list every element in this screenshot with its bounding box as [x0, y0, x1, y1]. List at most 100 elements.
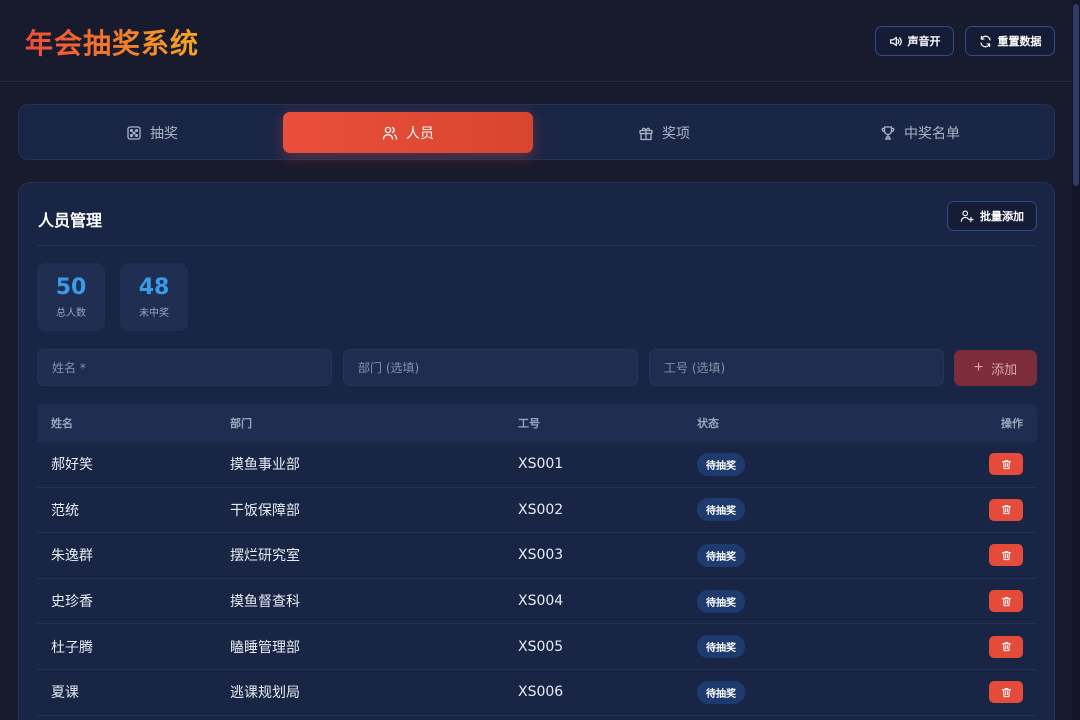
stat-not-won: 48 未中奖 [120, 263, 188, 331]
cell-status: 待抽奖 [697, 488, 745, 533]
panel-divider [37, 245, 1037, 246]
table-row: 范统 干饭保障部 XS002 待抽奖 [37, 488, 1037, 534]
cell-actions [989, 442, 1023, 487]
cell-status: 待抽奖 [697, 442, 745, 487]
batch-add-button[interactable]: 批量添加 [947, 201, 1037, 231]
reset-data-button[interactable]: 重置数据 [965, 26, 1055, 56]
delete-button[interactable] [989, 498, 1023, 521]
trophy-icon [881, 125, 895, 140]
trash-icon [1001, 551, 1011, 561]
trash-icon [1001, 596, 1011, 606]
table-body: 郝好笑 摸鱼事业部 XS001 待抽奖 范统 干饭保障部 XS002 待抽奖 朱… [37, 442, 1037, 716]
delete-button[interactable] [989, 453, 1023, 476]
header-name: 姓名 [51, 417, 73, 430]
tab-prizes[interactable]: 奖项 [539, 112, 789, 153]
tab-draw-label: 抽奖 [150, 125, 178, 142]
gift-icon [639, 127, 653, 140]
cell-name: 夏课 [51, 685, 79, 702]
app-title: 年会抽奖系统 [25, 22, 199, 62]
status-badge: 待抽奖 [697, 680, 745, 704]
header-department: 部门 [230, 417, 252, 430]
tab-people-label: 人员 [406, 125, 434, 142]
cell-actions [989, 488, 1023, 533]
cell-actions [989, 579, 1023, 624]
cell-employee-id: XS005 [518, 638, 564, 655]
main-tabs: 抽奖 人员 奖项 中奖名单 [18, 104, 1055, 160]
speaker-icon [889, 36, 902, 46]
trash-icon [1001, 459, 1011, 469]
sound-toggle-button[interactable]: 声音开 [875, 26, 954, 56]
delete-button[interactable] [989, 635, 1023, 658]
delete-button[interactable] [989, 590, 1023, 613]
stat-total-label: 总人数 [56, 308, 86, 319]
panel-title: 人员管理 [38, 211, 103, 230]
plus-icon: + [973, 359, 984, 376]
employee-id-input[interactable] [649, 349, 944, 386]
cell-employee-id: XS006 [518, 684, 564, 701]
table-row: 夏课 逃课规划局 XS006 待抽奖 [37, 670, 1037, 716]
cell-department: 摸鱼事业部 [230, 457, 300, 474]
cell-actions [989, 670, 1023, 715]
cell-department: 干饭保障部 [230, 502, 300, 519]
cell-employee-id: XS002 [518, 501, 564, 518]
tab-prizes-label: 奖项 [662, 125, 690, 142]
cell-status: 待抽奖 [697, 670, 745, 715]
tab-draw[interactable]: 抽奖 [27, 112, 277, 153]
cell-status: 待抽奖 [697, 533, 745, 578]
status-badge: 待抽奖 [697, 498, 745, 522]
people-table: 姓名 部门 工号 状态 操作 郝好笑 摸鱼事业部 XS001 待抽奖 范统 干饭… [37, 404, 1037, 716]
cell-name: 史珍香 [51, 594, 93, 611]
add-person-button[interactable]: + 添加 [954, 350, 1037, 386]
stat-not-won-value: 48 [138, 275, 170, 300]
header-status: 状态 [697, 417, 719, 430]
department-input[interactable] [343, 349, 638, 386]
people-panel: 人员管理 批量添加 50 总人数 48 未中奖 + 添加 姓名 部门 工号 状态… [18, 182, 1055, 720]
cell-name: 杜子腾 [51, 639, 93, 656]
table-row: 史珍香 摸鱼督查科 XS004 待抽奖 [37, 579, 1037, 625]
add-person-label: 添加 [991, 361, 1018, 377]
cell-employee-id: XS001 [518, 456, 564, 473]
cell-department: 瞌睡管理部 [230, 639, 300, 656]
trash-icon [1001, 687, 1011, 697]
status-badge: 待抽奖 [697, 452, 745, 476]
cell-status: 待抽奖 [697, 579, 745, 624]
top-bar: 年会抽奖系统 声音开 重置数据 [0, 0, 1072, 82]
header-actions: 操作 [1001, 417, 1023, 430]
header-employee-id: 工号 [518, 417, 540, 430]
table-row: 郝好笑 摸鱼事业部 XS001 待抽奖 [37, 442, 1037, 488]
cell-actions [989, 533, 1023, 578]
reset-data-label: 重置数据 [997, 36, 1042, 48]
tab-winners-label: 中奖名单 [904, 125, 960, 142]
batch-add-label: 批量添加 [980, 211, 1024, 223]
name-input[interactable] [37, 349, 332, 386]
status-badge: 待抽奖 [697, 543, 745, 567]
cell-status: 待抽奖 [697, 624, 745, 669]
cell-employee-id: XS003 [518, 547, 564, 564]
trash-icon [1001, 642, 1011, 652]
add-users-icon [960, 210, 974, 223]
status-badge: 待抽奖 [697, 589, 745, 613]
tab-people[interactable]: 人员 [283, 112, 533, 153]
table-header: 姓名 部门 工号 状态 操作 [37, 404, 1037, 442]
trash-icon [1001, 505, 1011, 515]
stat-total: 50 总人数 [37, 263, 105, 331]
refresh-icon [979, 35, 991, 47]
tab-winners[interactable]: 中奖名单 [795, 112, 1045, 153]
table-row: 朱逸群 摆烂研究室 XS003 待抽奖 [37, 533, 1037, 579]
cell-actions [989, 624, 1023, 669]
scrollbar-thumb[interactable] [1073, 4, 1079, 186]
cell-department: 摸鱼督查科 [230, 594, 300, 611]
cell-department: 摆烂研究室 [230, 548, 300, 565]
delete-button[interactable] [989, 544, 1023, 567]
cell-name: 范统 [51, 502, 79, 519]
sound-toggle-label: 声音开 [907, 36, 941, 48]
status-badge: 待抽奖 [697, 635, 745, 659]
cell-name: 朱逸群 [51, 548, 93, 565]
users-icon [382, 126, 398, 140]
stat-not-won-label: 未中奖 [139, 308, 169, 319]
table-row: 杜子腾 瞌睡管理部 XS005 待抽奖 [37, 624, 1037, 670]
dice-icon [127, 125, 141, 140]
cell-name: 郝好笑 [51, 457, 93, 474]
cell-department: 逃课规划局 [230, 685, 300, 702]
delete-button[interactable] [989, 681, 1023, 704]
